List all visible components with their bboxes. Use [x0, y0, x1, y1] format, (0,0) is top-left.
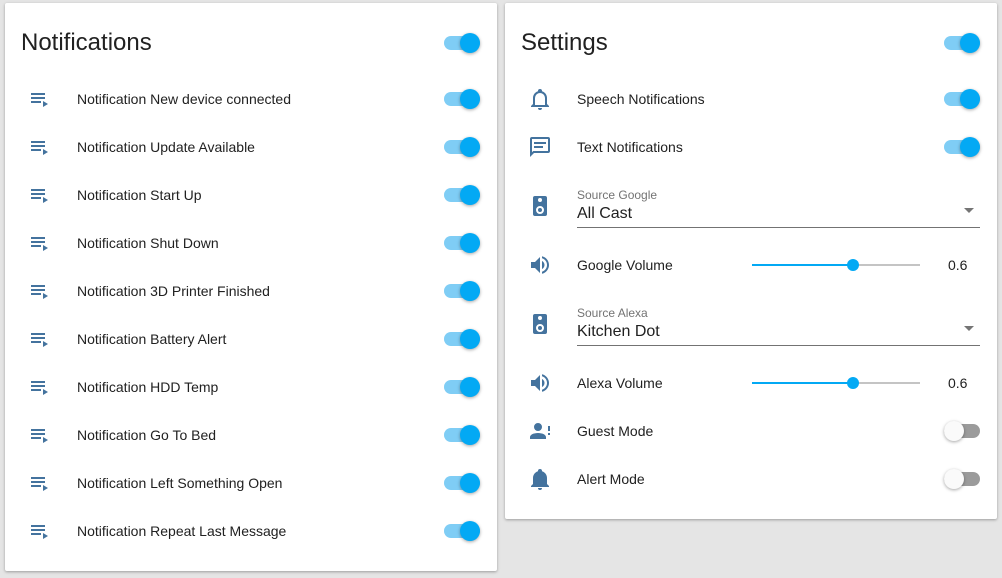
notification-toggle[interactable] [444, 377, 480, 397]
toggle-thumb [460, 329, 480, 349]
notification-toggle[interactable] [444, 425, 480, 445]
google-volume-label: Google Volume [577, 257, 673, 273]
notification-label: Notification Shut Down [77, 235, 219, 251]
playlist-play-icon [28, 519, 52, 543]
notifications-title: Notifications [21, 29, 152, 56]
toggle-thumb [460, 425, 480, 445]
speech-notifications-toggle[interactable] [944, 89, 980, 109]
alexa-volume-label: Alexa Volume [577, 375, 663, 391]
bell-icon [528, 467, 552, 491]
toggle-thumb [460, 233, 480, 253]
playlist-play-icon [28, 183, 52, 207]
message-text-icon [528, 135, 552, 159]
notification-label: Notification New device connected [77, 91, 292, 107]
notification-toggle[interactable] [444, 281, 480, 301]
notification-label: Notification Update Available [77, 139, 255, 155]
guest-mode-label: Guest Mode [577, 423, 654, 439]
notification-toggle[interactable] [444, 89, 480, 109]
slider-fill [752, 264, 853, 266]
toggle-thumb [460, 185, 480, 205]
notification-label: Notification 3D Printer Finished [77, 283, 270, 299]
notification-label: Notification HDD Temp [77, 379, 219, 395]
volume-icon [528, 371, 552, 395]
alexa-volume-value: 0.6 [948, 375, 968, 391]
alert-mode-label: Alert Mode [577, 471, 645, 487]
notification-label: Notification Left Something Open [77, 475, 283, 491]
notification-label: Notification Go To Bed [77, 427, 217, 443]
toggle-thumb [960, 137, 980, 157]
toggle-thumb [460, 33, 480, 53]
toggle-thumb [460, 473, 480, 493]
playlist-play-icon [28, 87, 52, 111]
dropdown-arrow-icon [964, 208, 974, 213]
source-google-label: Source Google [577, 188, 658, 202]
notification-label: Notification Battery Alert [77, 331, 227, 347]
source-google-value: All Cast [577, 205, 633, 222]
source-alexa-label: Source Alexa [577, 306, 648, 320]
toggle-thumb [944, 469, 964, 489]
alexa-volume-slider[interactable] [752, 373, 920, 393]
google-volume-value: 0.6 [948, 257, 968, 273]
notification-toggle[interactable] [444, 521, 480, 541]
toggle-thumb [460, 137, 480, 157]
notifications-master-toggle[interactable] [444, 33, 480, 53]
toggle-thumb [460, 521, 480, 541]
notification-toggle[interactable] [444, 185, 480, 205]
account-alert-icon [528, 419, 552, 443]
toggle-thumb [460, 281, 480, 301]
toggle-thumb [460, 377, 480, 397]
text-notifications-label: Text Notifications [577, 139, 683, 155]
alert-mode-toggle[interactable] [944, 469, 980, 489]
speech-notifications-label: Speech Notifications [577, 91, 705, 107]
select-underline [577, 345, 980, 346]
volume-icon [528, 253, 552, 277]
dropdown-arrow-icon [964, 326, 974, 331]
playlist-play-icon [28, 327, 52, 351]
playlist-play-icon [28, 471, 52, 495]
text-notifications-toggle[interactable] [944, 137, 980, 157]
playlist-play-icon [28, 231, 52, 255]
notification-label: Notification Start Up [77, 187, 202, 203]
notifications-card: Notifications Notification New device co… [5, 3, 497, 571]
settings-master-toggle[interactable] [944, 33, 980, 53]
source-alexa-select[interactable]: Source Alexa Kitchen Dot [577, 306, 980, 346]
guest-mode-toggle[interactable] [944, 421, 980, 441]
playlist-play-icon [28, 135, 52, 159]
speaker-icon [528, 312, 552, 336]
settings-title: Settings [521, 29, 608, 56]
slider-fill [752, 382, 853, 384]
select-underline [577, 227, 980, 228]
playlist-play-icon [28, 375, 52, 399]
bell-outline-icon [528, 87, 552, 111]
toggle-thumb [460, 89, 480, 109]
source-google-select[interactable]: Source Google All Cast [577, 188, 980, 228]
notification-toggle[interactable] [444, 233, 480, 253]
notification-label: Notification Repeat Last Message [77, 523, 287, 539]
toggle-thumb [960, 89, 980, 109]
playlist-play-icon [28, 279, 52, 303]
source-alexa-value: Kitchen Dot [577, 323, 660, 340]
notification-toggle[interactable] [444, 473, 480, 493]
notification-toggle[interactable] [444, 329, 480, 349]
speaker-icon [528, 194, 552, 218]
toggle-thumb [944, 421, 964, 441]
playlist-play-icon [28, 423, 52, 447]
settings-card: Settings Speech Notifications Text Notif… [505, 3, 997, 519]
slider-knob[interactable] [846, 259, 859, 271]
slider-knob[interactable] [846, 377, 859, 389]
notification-toggle[interactable] [444, 137, 480, 157]
toggle-thumb [960, 33, 980, 53]
google-volume-slider[interactable] [752, 255, 920, 275]
